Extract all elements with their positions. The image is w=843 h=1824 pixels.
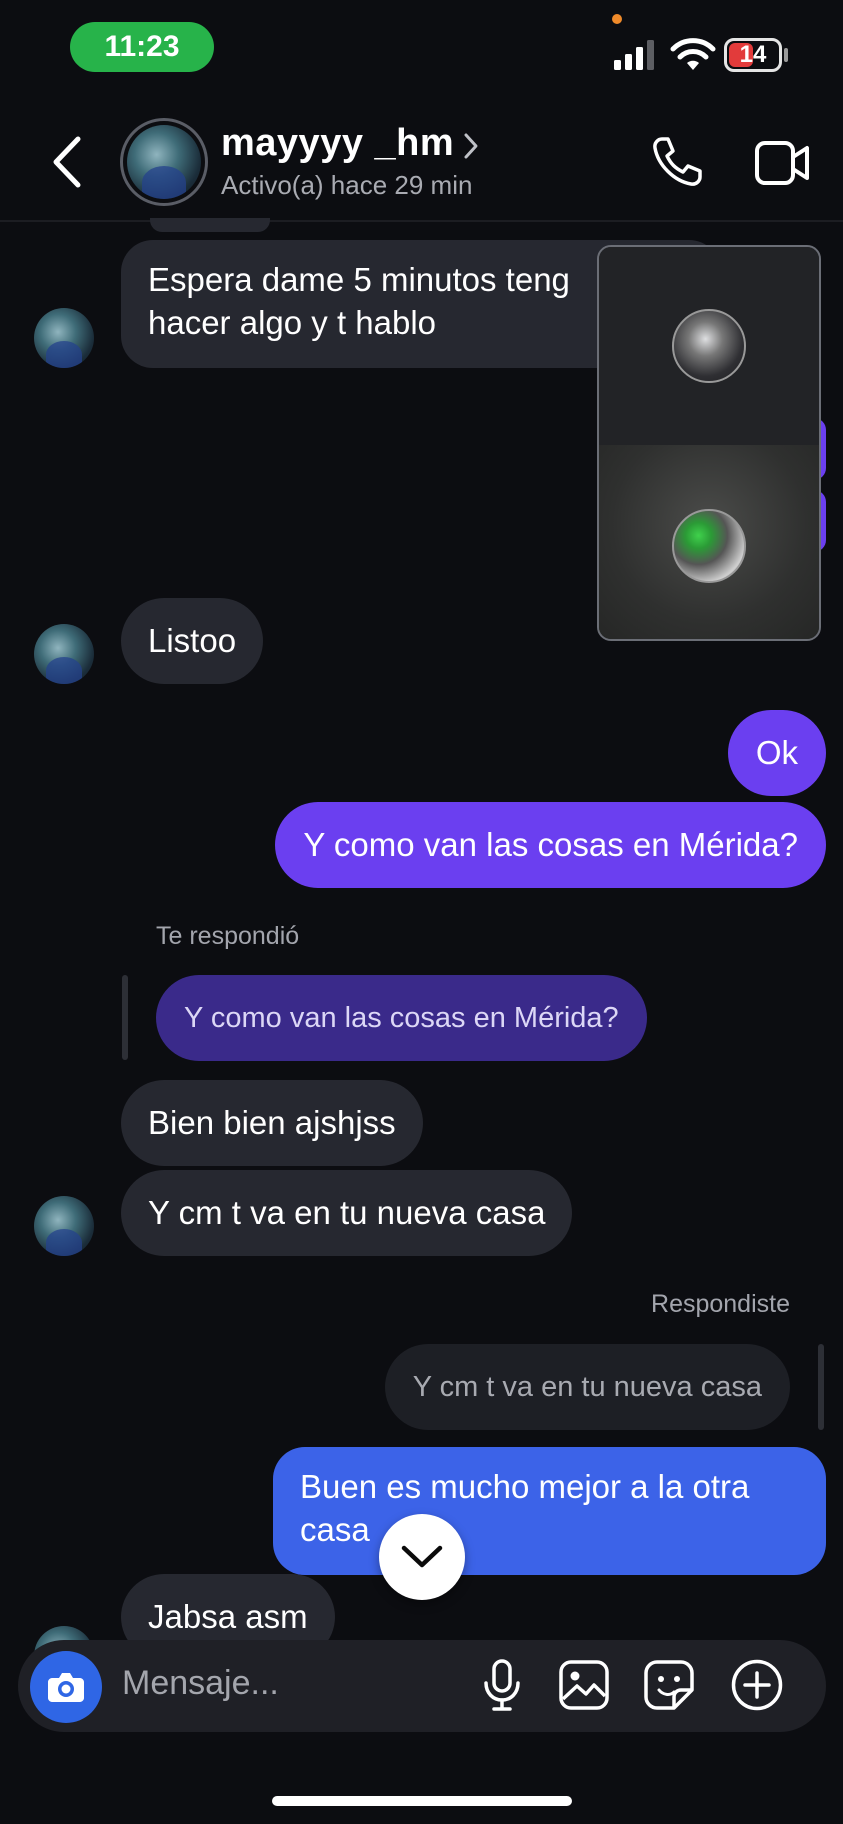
camera-icon xyxy=(48,1673,84,1702)
chevron-right-icon[interactable] xyxy=(462,132,480,160)
message-input[interactable]: Mensaje... xyxy=(122,1664,279,1703)
camera-button[interactable] xyxy=(30,1651,102,1723)
pip-local-avatar xyxy=(672,509,746,583)
quote-bar xyxy=(122,975,128,1060)
message-incoming[interactable]: Listoo xyxy=(121,598,264,684)
avatar[interactable] xyxy=(127,125,201,199)
sticker-icon xyxy=(644,1660,694,1710)
contact-status: Activo(a) hace 29 min xyxy=(221,170,473,200)
video-call-pip[interactable] xyxy=(597,245,821,641)
message-outgoing[interactable]: Buen es mucho mejor a la otra casa xyxy=(273,1447,826,1575)
signal-icon xyxy=(614,40,654,70)
add-button[interactable] xyxy=(728,1656,786,1714)
microphone-button[interactable] xyxy=(473,1656,531,1714)
message-line: casa xyxy=(300,1511,370,1548)
message-outgoing[interactable]: Y como van las cosas en Mérida? xyxy=(275,802,826,888)
sender-avatar[interactable] xyxy=(34,624,94,684)
contact-name[interactable]: mayyyy _hm xyxy=(221,122,454,165)
quoted-message[interactable]: Y como van las cosas en Mérida? xyxy=(156,975,647,1061)
battery-level: 14 xyxy=(739,41,767,68)
microphone-icon xyxy=(484,1659,520,1711)
recording-indicator xyxy=(612,14,622,24)
battery-cap xyxy=(784,48,788,62)
home-indicator xyxy=(272,1796,572,1806)
video-camera-icon[interactable] xyxy=(754,140,810,186)
message-incoming[interactable]: Bien bien ajshjss xyxy=(121,1080,423,1166)
back-chevron-icon[interactable] xyxy=(50,135,84,189)
gallery-button[interactable] xyxy=(555,1656,613,1714)
image-icon xyxy=(559,1660,609,1710)
sender-avatar[interactable] xyxy=(34,308,94,368)
wifi-icon xyxy=(670,38,716,70)
pip-remote-avatar xyxy=(672,309,746,383)
scroll-to-bottom-button[interactable] xyxy=(379,1514,465,1600)
header-divider xyxy=(0,220,843,222)
phone-icon[interactable] xyxy=(650,135,704,189)
reply-label: Te respondió xyxy=(156,922,300,950)
reply-label: Respondiste xyxy=(651,1290,790,1318)
quote-bar xyxy=(818,1344,824,1430)
sticker-button[interactable] xyxy=(640,1656,698,1714)
previous-message-tail xyxy=(150,218,270,232)
battery-icon: 14 xyxy=(724,38,782,72)
plus-circle-icon xyxy=(731,1659,783,1711)
message-line: Buen es mucho mejor a la otra xyxy=(300,1468,750,1505)
sender-avatar[interactable] xyxy=(34,1196,94,1256)
message-incoming[interactable]: Y cm t va en tu nueva casa xyxy=(121,1170,573,1256)
status-time: 11:23 xyxy=(70,22,214,72)
quoted-message[interactable]: Y cm t va en tu nueva casa xyxy=(384,1344,790,1430)
message-outgoing[interactable]: Ok xyxy=(727,710,826,796)
chevron-down-icon xyxy=(401,1545,443,1568)
